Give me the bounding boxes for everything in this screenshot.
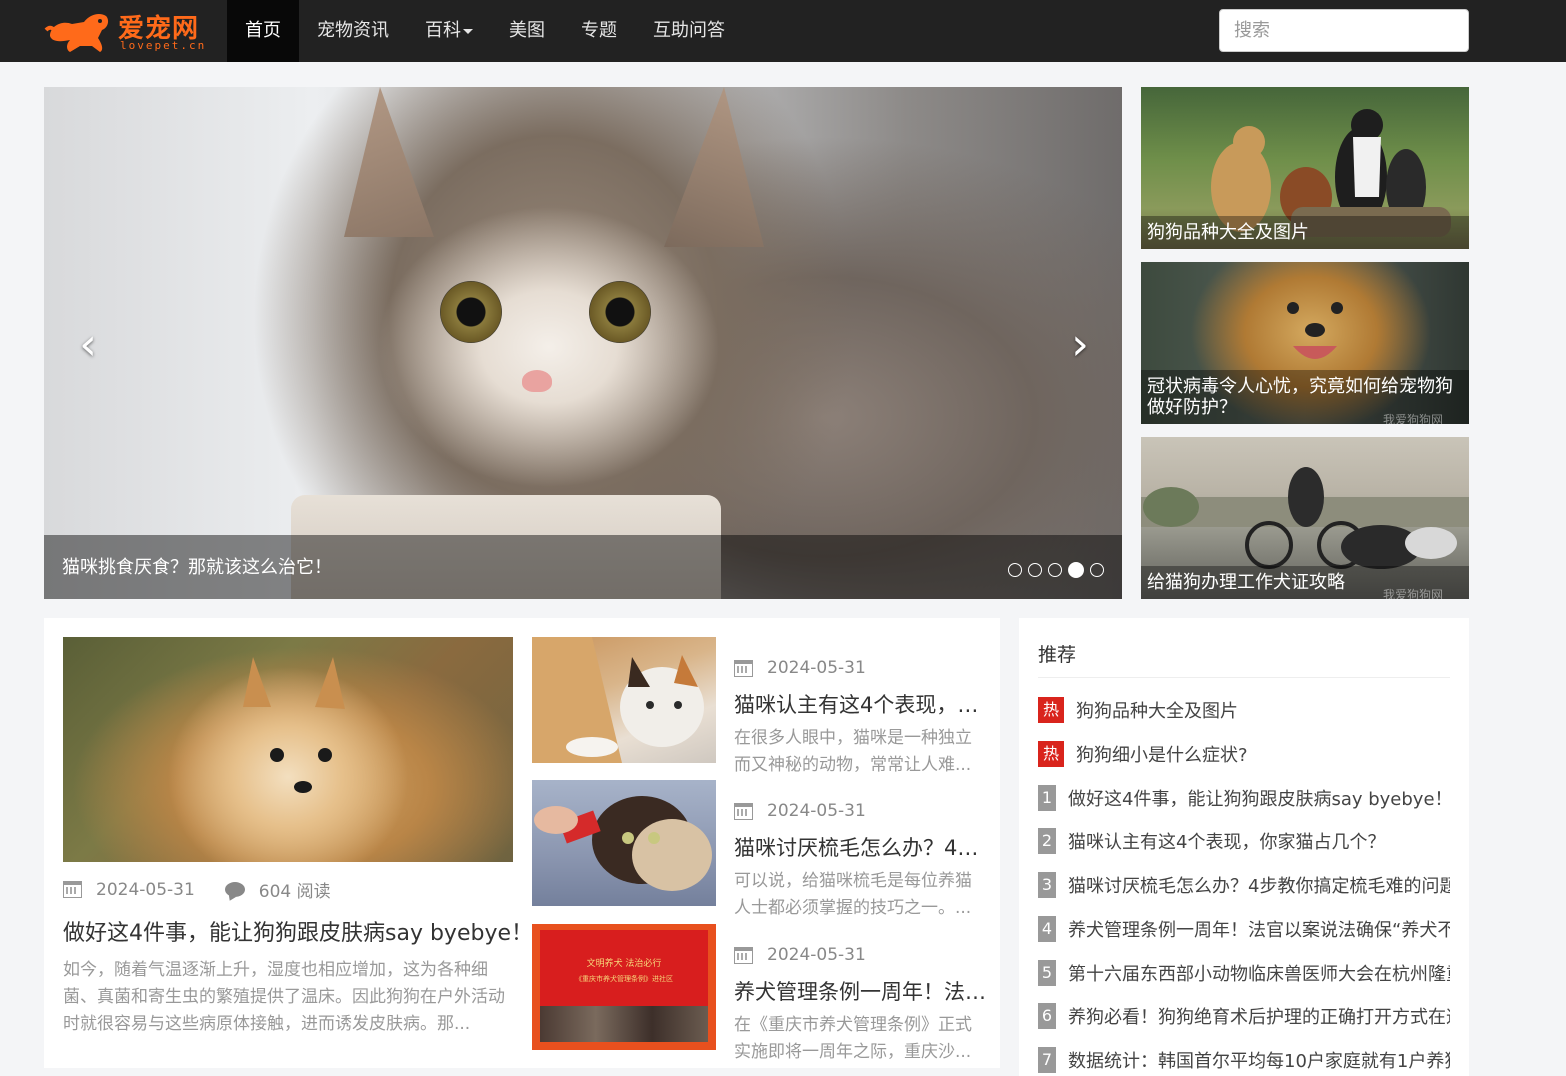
carousel-indicators	[1008, 562, 1104, 578]
pomeranian-photo	[243, 657, 345, 793]
article-meta: 2024-05-31	[734, 801, 866, 821]
carousel-dot[interactable]	[1090, 563, 1104, 577]
article-item: 2024-05-31 猫咪讨厌梳毛怎么办？4步教你搞定梳毛难的问题 可以说，给猫…	[532, 780, 992, 918]
article-title[interactable]: 猫咪讨厌梳毛怎么办？4步教你搞定梳毛难的问题	[734, 832, 986, 862]
carousel-dot-active[interactable]	[1068, 562, 1084, 578]
search-input[interactable]	[1219, 9, 1469, 52]
cat-photo	[44, 87, 1122, 599]
hero-carousel[interactable]: ‹ › 猫咪挑食厌食？那就该这么治它！	[44, 87, 1122, 599]
recommend-panel: 推荐 热狗狗品种大全及图片 热狗狗细小是什么症状? 1 做好这4件事，能让狗狗跟皮…	[1019, 618, 1469, 1076]
nav-encyclopedia-dropdown[interactable]: 百科	[407, 0, 491, 62]
recommend-item[interactable]: 1 做好这4件事，能让狗狗跟皮肤病say byebye！	[1038, 785, 1450, 811]
comment-icon	[224, 882, 245, 897]
featured-desc: 如今，随着气温逐渐上升，湿度也相应增加，这为各种细菌、真菌和寄生虫的繁殖提供了温…	[63, 960, 505, 1034]
promo-caption: 狗狗品种大全及图片	[1141, 216, 1469, 249]
article-desc: 在很多人眼中，猫咪是一种独立而又神秘的动物，常常让人难...	[734, 728, 972, 775]
rank-badge: 2	[1038, 828, 1056, 854]
promo-card-working-dog[interactable]: 给猫狗办理工作犬证攻略 我爱狗狗网	[1141, 437, 1469, 599]
main-nav: 首页 宠物资讯 百科 美图 专题 互助问答	[227, 0, 743, 62]
carousel-prev-button[interactable]: ‹	[68, 322, 108, 368]
article-item: 文明养犬 法治必行 《重庆市养犬管理条例》进社区 2024-05-31 养犬管理…	[532, 924, 992, 1062]
audience-crowd	[540, 1006, 708, 1042]
article-date: 2024-05-31	[767, 801, 866, 821]
top-navbar: 爱宠网 lovepet.cn 首页 宠物资讯 百科 美图 专题 互助问答	[0, 0, 1566, 62]
carousel-caption-bar: 猫咪挑食厌食？那就该这么治它！	[44, 535, 1122, 599]
featured-date: 2024-05-31	[96, 879, 195, 900]
watermark: 我爱狗狗网	[1382, 588, 1443, 599]
rank-badge: 5	[1038, 960, 1056, 986]
hot-badge: 热	[1038, 741, 1064, 767]
recommend-item[interactable]: 7 数据统计：韩国首尔平均每10户家庭就有1户养狗	[1038, 1047, 1450, 1073]
chevron-right-icon: ›	[1071, 319, 1089, 370]
event-banner: 文明养犬 法治必行 《重庆市养犬管理条例》进社区	[540, 930, 708, 1006]
siamese-cat-brushing-photo	[534, 796, 712, 891]
calendar-icon	[63, 881, 82, 898]
carousel-caption[interactable]: 猫咪挑食厌食？那就该这么治它！	[62, 553, 332, 579]
nav-qa[interactable]: 互助问答	[635, 0, 743, 62]
article-desc: 在《重庆市养犬管理条例》正式实施即将一周年之际，重庆沙...	[734, 1015, 972, 1062]
recommend-item[interactable]: 4养犬管理条例一周年！法官以案说法确保“养犬不扰民”	[1038, 916, 1450, 942]
recommend-item[interactable]: 热狗狗细小是什么症状?	[1038, 741, 1450, 767]
site-domain: lovepet.cn	[120, 39, 207, 52]
calendar-icon	[734, 946, 753, 964]
carousel-next-button[interactable]: ›	[1060, 322, 1100, 368]
article-date: 2024-05-31	[767, 945, 866, 965]
rank-badge: 6	[1038, 1003, 1056, 1029]
chevron-left-icon: ‹	[79, 319, 97, 370]
calendar-icon	[734, 802, 753, 820]
rank-badge: 7	[1038, 1047, 1056, 1073]
article-title[interactable]: 养犬管理条例一周年！法官以案说法确保“养犬不扰民”	[734, 976, 986, 1006]
watermark: 我爱狗狗网	[1382, 413, 1443, 424]
article-date: 2024-05-31	[767, 658, 866, 678]
nav-gallery[interactable]: 美图	[491, 0, 563, 62]
promo-card-dog-breeds[interactable]: 狗狗品种大全及图片	[1141, 87, 1469, 249]
site-logo[interactable]: 爱宠网 lovepet.cn	[44, 8, 214, 54]
article-image[interactable]	[532, 637, 716, 763]
article-image[interactable]: 文明养犬 法治必行 《重庆市养犬管理条例》进社区	[532, 924, 716, 1050]
article-image[interactable]	[532, 780, 716, 906]
calendar-icon	[734, 659, 753, 677]
recommend-item[interactable]: 6 养狗必看！狗狗绝育术后护理的正确打开方式在这里	[1038, 1003, 1450, 1029]
promo-card-pet-protection[interactable]: 冠状病毒令人心忧，究竟如何给宠物狗做好防护？ 我爱狗狗网	[1141, 262, 1469, 424]
article-meta: 2024-05-31	[734, 945, 866, 965]
article-title[interactable]: 猫咪认主有这4个表现，你家猫占几个？	[734, 689, 986, 719]
recommend-item[interactable]: 热狗狗品种大全及图片	[1038, 697, 1450, 723]
featured-article-image[interactable]	[63, 637, 513, 862]
calico-cat-photo	[532, 637, 704, 763]
article-item: 2024-05-31 猫咪认主有这4个表现，你家猫占几个？ 在很多人眼中，猫咪是…	[532, 637, 992, 775]
rank-badge: 3	[1038, 872, 1056, 898]
nav-home[interactable]: 首页	[227, 0, 299, 62]
divider	[1038, 677, 1450, 678]
recommend-item[interactable]: 3 猫咪讨厌梳毛怎么办？4步教你搞定梳毛难的问题	[1038, 872, 1450, 898]
featured-meta: 2024-05-31 604 阅读	[63, 877, 331, 902]
latest-articles-card: 2024-05-31 604 阅读 做好这4件事，能让狗狗跟皮肤病say bye…	[44, 618, 1000, 1068]
nav-topics[interactable]: 专题	[563, 0, 635, 62]
nav-pet-news[interactable]: 宠物资讯	[299, 0, 407, 62]
featured-reads: 604 阅读	[258, 882, 331, 902]
carousel-dot[interactable]	[1008, 563, 1022, 577]
featured-title[interactable]: 做好这4件事，能让狗狗跟皮肤病say byebye！	[63, 915, 533, 947]
article-meta: 2024-05-31	[734, 658, 866, 678]
rank-badge: 1	[1038, 785, 1056, 811]
recommend-item[interactable]: 5第十六届东西部小动物临床兽医师大会在杭州隆重召开	[1038, 960, 1450, 986]
rank-badge: 4	[1038, 916, 1056, 942]
dog-logo-icon	[44, 14, 109, 52]
hot-badge: 热	[1038, 697, 1064, 723]
recommend-item[interactable]: 2 猫咪认主有这4个表现，你家猫占几个？	[1038, 828, 1450, 854]
article-desc: 可以说，给猫咪梳毛是每位养猫人士都必须掌握的技巧之一。...	[734, 871, 972, 918]
carousel-dot[interactable]	[1028, 563, 1042, 577]
recommend-title: 推荐	[1038, 644, 1077, 666]
carousel-dot[interactable]	[1048, 563, 1062, 577]
caret-down-icon	[463, 28, 473, 34]
